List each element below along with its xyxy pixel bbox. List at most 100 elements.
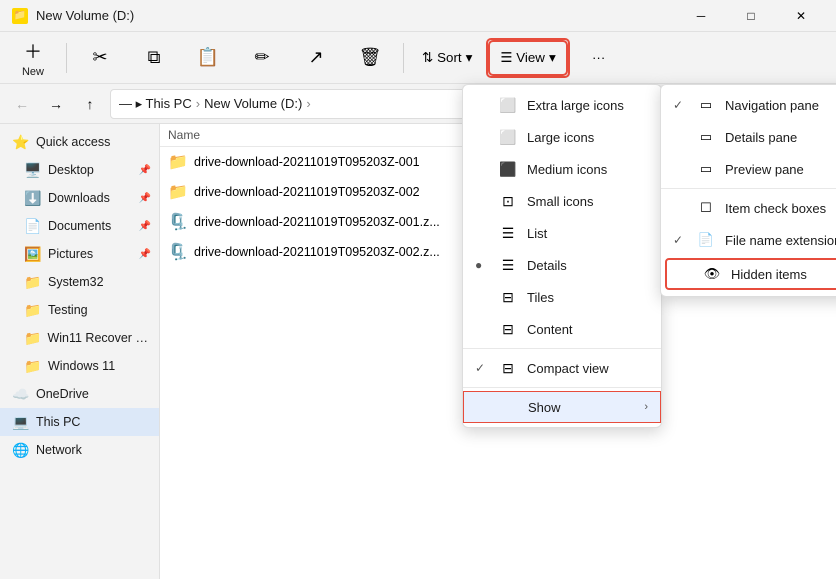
sidebar-item-onedrive[interactable]: ☁️ OneDrive <box>0 380 159 408</box>
pin-icon: 📌 <box>139 165 151 176</box>
share-button[interactable]: ↗ <box>291 36 341 80</box>
list-icon: ☰ <box>499 225 517 242</box>
documents-icon: 📄 <box>24 218 42 235</box>
window-title: New Volume (D:) <box>36 8 134 23</box>
folder-icon: 📁 <box>24 274 42 291</box>
rename-button[interactable]: ✏ <box>237 36 287 80</box>
details-pane-icon: ▭ <box>697 129 715 145</box>
zip-icon: 🗜️ <box>168 212 188 232</box>
sidebar-item-windows11[interactable]: 📁 Windows 11 <box>0 352 159 380</box>
view-label: View <box>516 50 545 65</box>
sidebar-item-downloads[interactable]: ⬇️ Downloads 📌 <box>0 184 159 212</box>
preview-pane-icon: ▭ <box>697 161 715 177</box>
compact-icon: ⊟ <box>499 360 517 377</box>
sidebar-item-label: Documents <box>48 219 111 233</box>
toolbar-separator-2 <box>403 43 404 73</box>
view-option-extra-large[interactable]: ⬜ Extra large icons <box>463 89 661 121</box>
view-option-large[interactable]: ⬜ Large icons <box>463 121 661 153</box>
sidebar-item-label: This PC <box>36 415 80 429</box>
view-option-small[interactable]: ⊡ Small icons <box>463 185 661 217</box>
sidebar-item-pictures[interactable]: 🖼️ Pictures 📌 <box>0 240 159 268</box>
sidebar-item-testing[interactable]: 📁 Testing <box>0 296 159 324</box>
view-chevron: ▾ <box>549 50 556 66</box>
sidebar-item-label: System32 <box>48 275 104 289</box>
di-label: Large icons <box>527 130 649 145</box>
show-option-preview-pane[interactable]: ▭ Preview pane <box>661 153 836 185</box>
pin-icon: 📌 <box>139 221 151 232</box>
view-option-content[interactable]: ⊟ Content <box>463 313 661 345</box>
paste-icon: 📋 <box>197 47 219 68</box>
toolbar-separator-1 <box>66 43 67 73</box>
di-label: Medium icons <box>527 162 649 177</box>
si-label: Details pane <box>725 130 797 145</box>
up-button[interactable]: ↑ <box>76 90 104 118</box>
di-label: List <box>527 226 649 241</box>
nav-pane-icon: ▭ <box>697 97 715 113</box>
folder-icon: 📁 <box>24 330 41 347</box>
sidebar: ⭐ Quick access 🖥️ Desktop 📌 ⬇️ Downloads… <box>0 124 160 579</box>
new-button[interactable]: ＋ New <box>8 36 58 80</box>
tiles-icon: ⊟ <box>499 289 517 306</box>
close-button[interactable]: ✕ <box>778 0 824 32</box>
thispc-icon: 💻 <box>12 414 30 431</box>
view-option-medium[interactable]: ⬛ Medium icons <box>463 153 661 185</box>
cut-icon: ✂ <box>92 47 107 68</box>
view-dropdown: ⬜ Extra large icons ⬜ Large icons ⬛ Medi… <box>462 84 662 428</box>
view-option-tiles[interactable]: ⊟ Tiles <box>463 281 661 313</box>
view-button[interactable]: ☰ View ▾ <box>488 40 567 76</box>
onedrive-icon: ☁️ <box>12 386 30 403</box>
sidebar-item-label: OneDrive <box>36 387 89 401</box>
sidebar-item-label: Pictures <box>48 247 93 261</box>
breadcrumb-volume[interactable]: New Volume (D:) <box>204 96 302 111</box>
show-option-file-extensions[interactable]: ✓ 📄 File name extensions <box>661 224 836 256</box>
breadcrumb-thispc[interactable]: — ▸ This PC <box>119 96 192 112</box>
delete-button[interactable]: 🗑 <box>345 36 395 80</box>
breadcrumb-end: › <box>306 96 310 111</box>
sidebar-item-network[interactable]: 🌐 Network <box>0 436 159 464</box>
sidebar-item-win11recover[interactable]: 📁 Win11 Recover Lost <box>0 324 159 352</box>
sidebar-item-documents[interactable]: 📄 Documents 📌 <box>0 212 159 240</box>
checkboxes-icon: ☐ <box>697 200 715 216</box>
sidebar-item-system32[interactable]: 📁 System32 <box>0 268 159 296</box>
rename-icon: ✏ <box>254 47 269 68</box>
copy-button[interactable]: ⧉ <box>129 36 179 80</box>
back-button[interactable]: ← <box>8 90 36 118</box>
show-option-nav-pane[interactable]: ✓ ▭ Navigation pane <box>661 89 836 121</box>
view-option-details[interactable]: ● ☰ Details <box>463 249 661 281</box>
view-option-show[interactable]: Show › <box>463 391 661 423</box>
dropdown-separator <box>463 348 661 349</box>
details-icon: ☰ <box>499 257 517 274</box>
sidebar-item-label: Windows 11 <box>48 359 115 373</box>
toolbar: ＋ New ✂ ⧉ 📋 ✏ ↗ 🗑 ⇅ Sort ▾ ☰ View ▾ ··· <box>0 32 836 84</box>
view-option-list[interactable]: ☰ List <box>463 217 661 249</box>
di-label: Content <box>527 322 649 337</box>
cut-button[interactable]: ✂ <box>75 36 125 80</box>
si-label: Navigation pane <box>725 98 819 113</box>
check-extensions: ✓ <box>673 233 687 247</box>
new-icon: ＋ <box>24 38 42 64</box>
view-option-compact[interactable]: ✓ ⊟ Compact view <box>463 352 661 384</box>
window-controls: ─ □ ✕ <box>678 0 824 32</box>
di-label: Tiles <box>527 290 649 305</box>
new-label: New <box>22 66 44 78</box>
sidebar-item-quick-access[interactable]: ⭐ Quick access <box>0 128 159 156</box>
breadcrumb-sep: › <box>196 96 200 111</box>
share-icon: ↗ <box>308 47 323 68</box>
delete-icon: 🗑 <box>359 47 382 68</box>
dropdown-separator-2 <box>463 387 661 388</box>
sort-button[interactable]: ⇅ Sort ▾ <box>412 40 482 76</box>
show-option-item-checkboxes[interactable]: ☐ Item check boxes <box>661 192 836 224</box>
paste-button[interactable]: 📋 <box>183 36 233 80</box>
minimize-button[interactable]: ─ <box>678 0 724 32</box>
dot-check: ● <box>475 258 489 272</box>
sidebar-item-desktop[interactable]: 🖥️ Desktop 📌 <box>0 156 159 184</box>
di-label: Compact view <box>527 361 649 376</box>
show-option-hidden-items[interactable]: 👁 Hidden items <box>665 258 836 290</box>
forward-button[interactable]: → <box>42 90 70 118</box>
more-button[interactable]: ··· <box>574 40 624 76</box>
check-compact: ✓ <box>475 361 489 375</box>
small-icon: ⊡ <box>499 193 517 210</box>
maximize-button[interactable]: □ <box>728 0 774 32</box>
show-option-details-pane[interactable]: ▭ Details pane <box>661 121 836 153</box>
sidebar-item-thispc[interactable]: 💻 This PC <box>0 408 159 436</box>
